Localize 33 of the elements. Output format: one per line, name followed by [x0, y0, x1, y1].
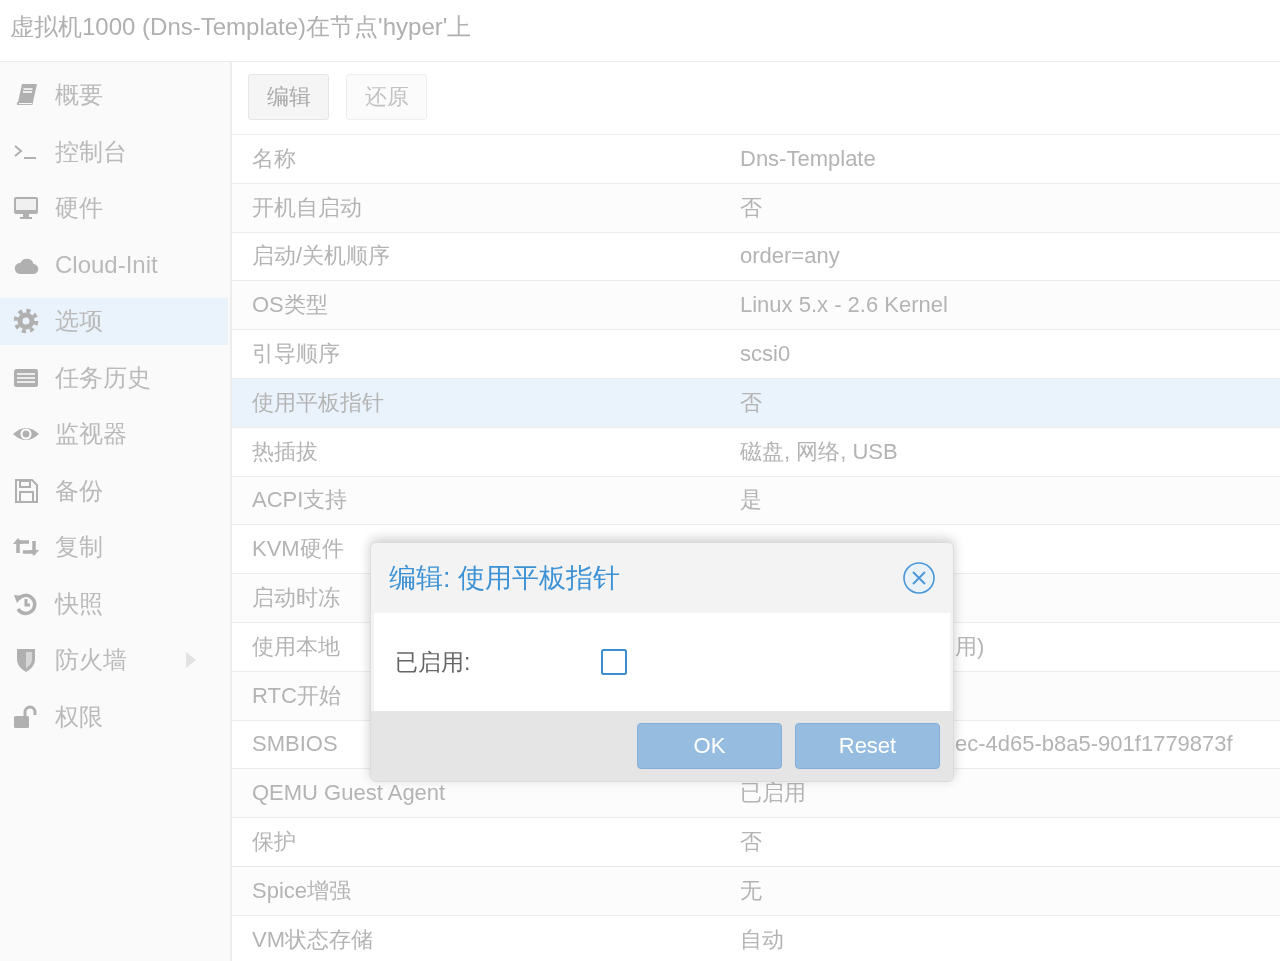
property-value: scsi0 [740, 341, 791, 367]
property-value: 否 [740, 829, 762, 855]
property-name: KVM硬件 [252, 536, 344, 562]
field-label: 已启用: [395, 647, 472, 677]
property-value: 是 [740, 487, 762, 513]
property-value: 否 [740, 389, 762, 415]
property-name: 引导顺序 [252, 341, 340, 367]
property-name: Spice增强 [252, 877, 352, 903]
property-value: 自动 [740, 926, 784, 952]
property-name: 热插拔 [252, 438, 318, 464]
property-value: Dns-Template [740, 145, 876, 171]
property-value: order=any [740, 243, 840, 269]
property-name: 开机自启动 [252, 194, 362, 220]
property-name: RTC开始 [252, 682, 341, 708]
property-value: 已启用 [740, 780, 806, 806]
property-name: 名称 [252, 145, 296, 171]
property-name: 启动/关机顺序 [252, 243, 391, 269]
property-value: 否 [740, 194, 762, 220]
property-value: ec-4d65-b8a5-901f1779873f [955, 731, 1233, 757]
property-name: SMBIOS [252, 731, 338, 757]
property-name: ACPI支持 [252, 487, 348, 513]
property-name: VM状态存储 [252, 926, 373, 952]
property-value: Linux 5.x - 2.6 Kernel [740, 292, 948, 318]
property-name: 使用平板指针 [252, 389, 384, 415]
property-value: 磁盘, 网络, USB [740, 438, 898, 464]
property-name: 使用本地 [252, 633, 340, 659]
property-value: 用) [955, 633, 985, 659]
window-title: 虚拟机1000 (Dns-Template)在节点'hyper'上 [10, 11, 472, 42]
property-name: 保护 [252, 829, 296, 855]
property-name: OS类型 [252, 292, 328, 318]
property-name: 启动时冻 [252, 585, 340, 611]
property-value: 无 [740, 877, 762, 903]
property-name: QEMU Guest Agent [252, 780, 446, 806]
